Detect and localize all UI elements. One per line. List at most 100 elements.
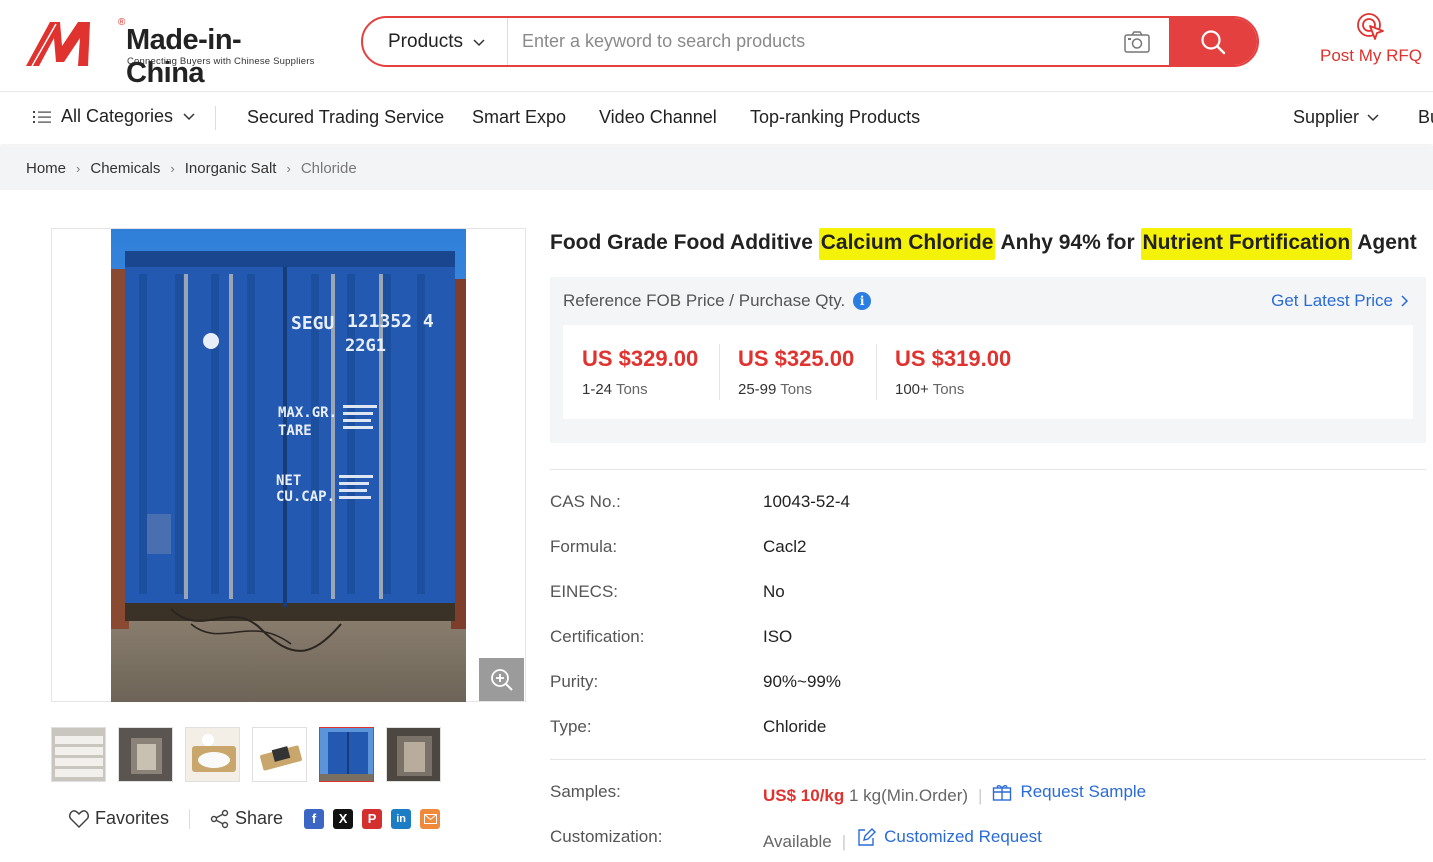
thumbnail-4[interactable] [252, 727, 307, 782]
divider [550, 759, 1426, 760]
nav-divider [215, 106, 216, 130]
price-tiers: US $329.00 1-24 Tons US $325.00 25-99 To… [563, 325, 1413, 419]
supplier-menu[interactable]: Supplier [1293, 107, 1379, 128]
favorites-label: Favorites [95, 808, 170, 828]
chevron-down-icon [473, 38, 485, 46]
nav-video-channel[interactable]: Video Channel [599, 107, 717, 128]
all-categories-label: All Categories [61, 106, 174, 126]
x-icon[interactable]: X [333, 808, 354, 829]
request-sample-label: Request Sample [1020, 782, 1147, 801]
share-button[interactable]: Share [210, 808, 283, 829]
svg-text:22G1: 22G1 [345, 336, 386, 356]
thumbnail-6[interactable] [386, 727, 441, 782]
rfq-label: Post My RFQ [1319, 46, 1422, 65]
tier-price: US $329.00 [582, 346, 699, 371]
title-part: Agent [1352, 231, 1417, 254]
gift-box-icon [993, 785, 1012, 801]
title-highlight-calcium-chloride: Calcium Chloride [818, 228, 996, 260]
nav-secured-trading[interactable]: Secured Trading Service [247, 107, 444, 128]
pinterest-icon[interactable]: P [362, 808, 383, 829]
title-part: Anhy 94% for [995, 231, 1141, 254]
image-search-button[interactable] [1105, 18, 1169, 65]
container-code: SEGU [291, 313, 334, 334]
breadcrumb-inorganic-salt[interactable]: Inorganic Salt [185, 160, 277, 177]
get-latest-price-link[interactable]: Get Latest Price [1271, 291, 1409, 311]
chevron-right-icon [1401, 295, 1409, 307]
nav-truncated-item[interactable]: Bu [1418, 107, 1433, 128]
customization-availability: Available [763, 832, 832, 851]
search-bar: Products [361, 16, 1259, 67]
divider [550, 469, 1426, 470]
logo-m-icon [26, 22, 90, 67]
spec-value: Cacl2 [763, 537, 807, 556]
get-latest-price-label: Get Latest Price [1271, 291, 1393, 310]
search-category-label: Products [388, 30, 463, 52]
search-button[interactable] [1169, 18, 1257, 65]
favorites-button[interactable]: Favorites [69, 808, 169, 829]
chevron-down-icon [183, 112, 195, 120]
thumbnail-1[interactable] [51, 727, 106, 782]
share-icon [210, 809, 229, 828]
post-rfq-button[interactable]: Post My RFQ [1316, 12, 1426, 72]
search-category-select[interactable]: Products [363, 18, 508, 65]
camera-icon [1124, 30, 1150, 53]
breadcrumb-home[interactable]: Home [26, 160, 66, 177]
all-categories-menu[interactable]: All Categories [33, 106, 195, 127]
spec-key: Certification: [550, 627, 645, 646]
spec-key: Formula: [550, 537, 618, 556]
price-box: Reference FOB Price / Purchase Qty. i Ge… [550, 277, 1426, 443]
container-photo: SEGU 121352 4 22G1 MAX.GR. TARE NET CU.C… [111, 229, 466, 702]
thumbnail-5-active[interactable] [319, 727, 374, 782]
linkedin-icon[interactable]: in [391, 808, 412, 829]
search-input[interactable] [508, 18, 1105, 65]
tier-qty: 1-24 Tons [582, 381, 648, 398]
chevron-right-icon: › [76, 160, 81, 176]
registered-mark: ® [118, 17, 126, 28]
thumbnail-strip [51, 727, 441, 782]
reference-price-text: Reference FOB Price / Purchase Qty. [563, 291, 846, 310]
product-title: Food Grade Food Additive Calcium Chlorid… [550, 228, 1430, 260]
spec-value: ISO [763, 627, 793, 646]
supplier-label: Supplier [1293, 107, 1360, 127]
search-icon [1201, 29, 1226, 54]
svg-text:TARE: TARE [278, 423, 312, 439]
email-icon[interactable] [420, 808, 441, 829]
zoom-button[interactable] [479, 658, 524, 701]
svg-text:121352 4: 121352 4 [347, 311, 434, 332]
nav-smart-expo[interactable]: Smart Expo [472, 107, 566, 128]
chevron-down-icon [1367, 113, 1379, 121]
separator: | [841, 832, 847, 851]
sample-price: US$ 10/kg [763, 786, 845, 805]
spec-value: No [763, 582, 785, 601]
breadcrumb-chemicals[interactable]: Chemicals [90, 160, 160, 177]
request-sample-link[interactable]: Request Sample [992, 782, 1146, 802]
nav-top-ranking[interactable]: Top-ranking Products [750, 107, 920, 128]
chevron-right-icon: › [170, 160, 175, 176]
reference-price-label: Reference FOB Price / Purchase Qty. i [563, 291, 872, 311]
main-nav: All Categories Secured Trading Service S… [0, 92, 1433, 144]
svg-text:MAX.GR.: MAX.GR. [278, 405, 337, 421]
tier-qty: 100+ Tons [895, 381, 965, 398]
facebook-icon[interactable]: f [304, 808, 325, 829]
main-product-image[interactable]: SEGU 121352 4 22G1 MAX.GR. TARE NET CU.C… [51, 228, 526, 702]
title-part: Food Grade Food Additive [550, 231, 819, 254]
thumbnail-3[interactable] [185, 727, 240, 782]
spec-value: 10043-52-4 [763, 492, 850, 511]
social-bar: Favorites Share f X P in [69, 808, 441, 829]
site-logo[interactable]: ® Made-in-China Connecting Buyers with C… [26, 16, 316, 89]
price-tier: US $319.00 100+ Tons [876, 325, 1076, 419]
samples-key: Samples: [550, 782, 621, 801]
spec-key: Purity: [550, 672, 599, 691]
spec-value: Chloride [763, 717, 827, 736]
logo-tagline: Connecting Buyers with Chinese Suppliers [127, 56, 315, 67]
info-icon[interactable]: i [853, 292, 872, 310]
spec-key: CAS No.: [550, 492, 621, 511]
breadcrumb-chloride[interactable]: Chloride [301, 160, 357, 177]
social-divider [189, 808, 191, 829]
breadcrumb: Home › Chemicals › Inorganic Salt › Chlo… [0, 146, 1433, 190]
share-label: Share [235, 808, 284, 828]
customized-request-link[interactable]: Customized Request [856, 827, 1042, 847]
thumbnail-2[interactable] [118, 727, 173, 782]
site-header: ® Made-in-China Connecting Buyers with C… [0, 0, 1433, 92]
tier-qty: 25-99 Tons [738, 381, 812, 398]
